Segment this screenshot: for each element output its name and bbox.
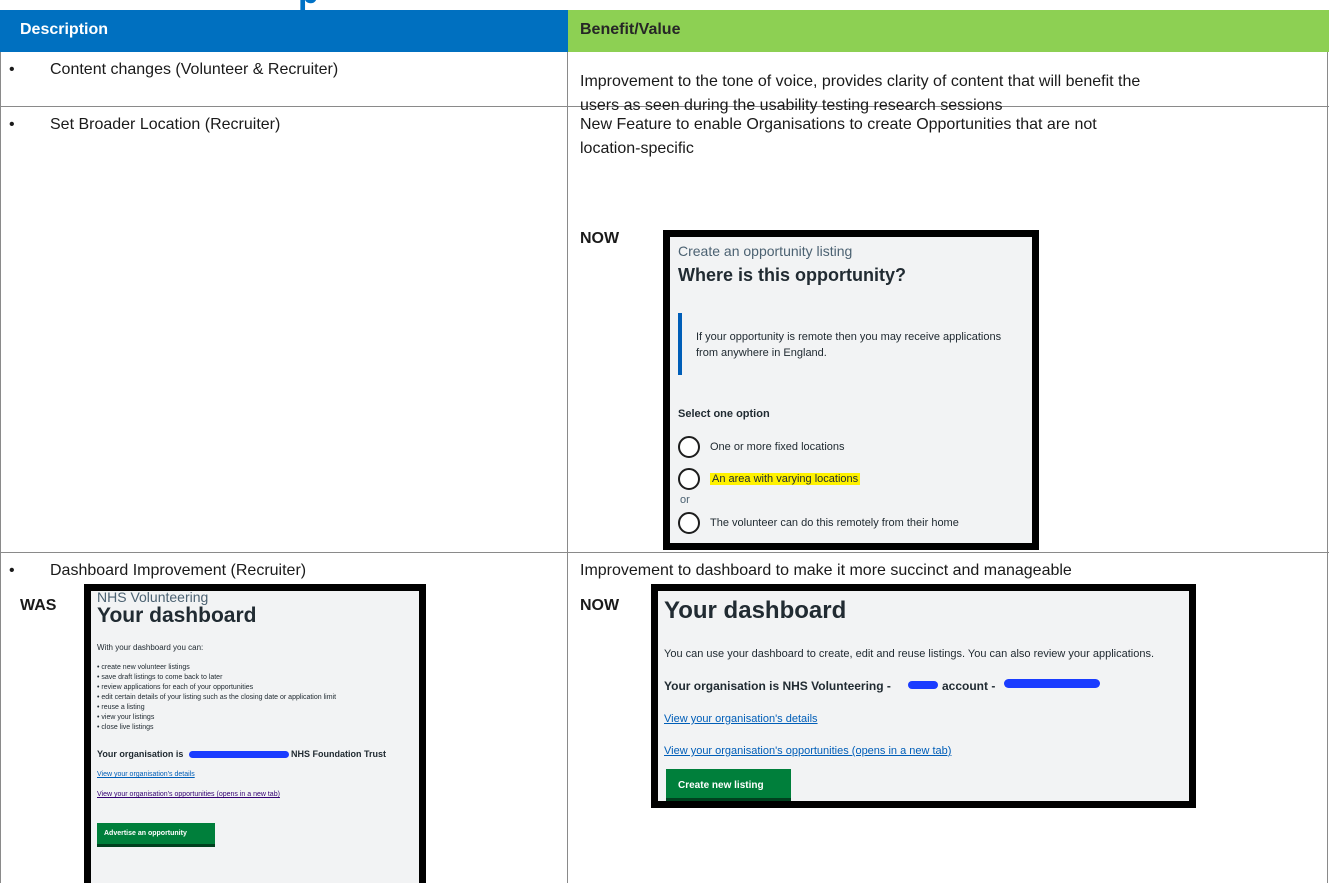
advertise-opportunity-button[interactable]: Advertise an opportunity [97, 823, 215, 847]
radio-remote[interactable] [678, 512, 700, 534]
was-item: • view your listings [97, 714, 155, 721]
now-redaction-2 [1004, 679, 1100, 688]
inset-line-2: from anywhere in England. [696, 347, 827, 359]
was-item: • reuse a listing [97, 704, 145, 711]
row-2-benefit-line-2: location-specific [580, 140, 694, 157]
row-2-benefit-line-1: New Feature to enable Organisations to c… [580, 116, 1097, 133]
was-link-details[interactable]: View your organisation's details [97, 771, 195, 778]
now-redaction-1 [908, 681, 938, 689]
was-item: • review applications for each of your o… [97, 684, 254, 691]
was-item: • close live listings [97, 724, 154, 731]
now-dashboard-screenshot: Your dashboard You can use your dashboar… [651, 584, 1196, 808]
row-3-was-label: WAS [20, 597, 57, 614]
was-link-opportunities[interactable]: View your organisation's opportunities (… [97, 791, 280, 798]
top-strip: p [0, 0, 1329, 10]
location-screenshot: Create an opportunity listing Where is t… [663, 230, 1039, 550]
was-redaction [189, 751, 289, 758]
inset-line-1: If your opportunity is remote then you m… [696, 331, 1002, 343]
title-fragment: p [298, 0, 378, 10]
location-caption: Create an opportunity listing [678, 243, 853, 259]
was-item: • edit certain details of your listing s… [97, 694, 337, 701]
radio-varying-locations[interactable] [678, 468, 700, 490]
row-3-now-label: NOW [580, 597, 620, 614]
option-fixed-locations: One or more fixed locations [710, 441, 845, 453]
was-item: • create new volunteer listings [97, 664, 190, 671]
option-varying-locations: An area with varying locations [710, 473, 861, 485]
table-border-left [0, 52, 1, 883]
option-remote: The volunteer can do this remotely from … [710, 517, 959, 529]
location-heading: Where is this opportunity? [678, 265, 906, 285]
row-2-description: Set Broader Location (Recruiter) [50, 116, 281, 133]
now-link-details[interactable]: View your organisation's details [664, 713, 818, 725]
was-heading: Your dashboard [97, 604, 257, 627]
now-heading: Your dashboard [664, 597, 847, 624]
header-benefit: Benefit/Value [568, 10, 1329, 52]
row-2-now-label: NOW [580, 230, 620, 247]
create-new-listing-button[interactable]: Create new listing [666, 769, 791, 801]
row-3-bullet: • [9, 562, 15, 579]
was-org-prefix: Your organisation is [97, 749, 184, 759]
was-caption: NHS Volunteering [97, 589, 209, 605]
was-org-suffix: NHS Foundation Trust [291, 749, 386, 759]
row-2-bullet: • [9, 116, 15, 133]
now-link-opportunities[interactable]: View your organisation's opportunities (… [664, 745, 951, 757]
table-divider [567, 52, 568, 883]
now-org-mid: account - [942, 679, 996, 693]
row-divider-2 [0, 552, 1329, 553]
inset-bar [678, 313, 682, 375]
was-item: • save draft listings to come back to la… [97, 674, 223, 681]
now-intro: You can use your dashboard to create, ed… [664, 648, 1155, 660]
now-org-prefix: Your organisation is NHS Volunteering - [664, 679, 891, 693]
was-feature-list: • create new volunteer listings • save d… [97, 663, 417, 733]
was-intro: With your dashboard you can: [97, 643, 204, 652]
row-3-description: Dashboard Improvement (Recruiter) [50, 562, 307, 579]
table-border-right [1327, 52, 1328, 883]
header-description: Description [0, 10, 568, 52]
row-1-description: Content changes (Volunteer & Recruiter) [50, 61, 339, 78]
was-dashboard-screenshot: NHS Volunteering Your dashboard With you… [84, 584, 426, 883]
or-text: or [680, 494, 690, 506]
row-1-bullet: • [9, 61, 15, 78]
select-legend: Select one option [678, 408, 770, 420]
row-3-benefit: Improvement to dashboard to make it more… [580, 562, 1072, 579]
radio-fixed-locations[interactable] [678, 436, 700, 458]
row-1-benefit-line-1: Improvement to the tone of voice, provid… [580, 73, 1141, 90]
